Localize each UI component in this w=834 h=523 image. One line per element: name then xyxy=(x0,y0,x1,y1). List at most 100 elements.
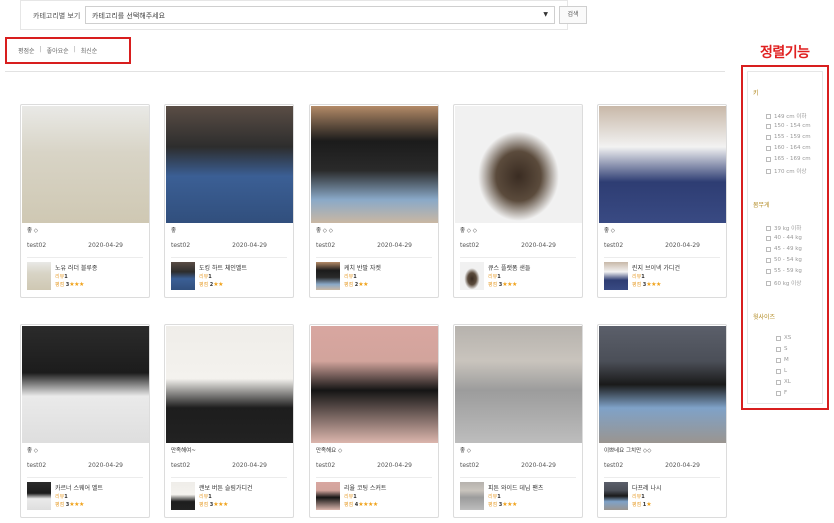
checkbox[interactable] xyxy=(766,145,771,151)
product-card[interactable]: 좋 ◇ test02 2020-04-29 린지 브이넥 가디건 리뷰1 평점 … xyxy=(597,104,727,298)
filter-option-height[interactable]: 150 - 154 cm xyxy=(766,123,811,129)
checkbox[interactable] xyxy=(766,280,771,286)
product-thumbnail[interactable] xyxy=(604,262,628,290)
checkbox[interactable] xyxy=(766,168,771,174)
checkbox[interactable] xyxy=(766,134,771,140)
product-thumbnail[interactable] xyxy=(27,482,51,510)
product-name[interactable]: 큐스 플랫폼 샌들 xyxy=(488,263,530,272)
checkbox[interactable] xyxy=(766,156,771,162)
reviewer-name: test02 xyxy=(316,242,336,249)
product-name[interactable]: 카르너 스웨어 벨트 xyxy=(55,483,103,492)
review-snippet: 좋 ◇ ◇ xyxy=(460,228,478,234)
reviewer-name: test02 xyxy=(27,242,47,249)
category-filter-bar: 카테고리별 보기 카테고리를 선택해주세요 ▼ 검색 xyxy=(20,0,587,30)
product-name[interactable]: 다프레 나시 xyxy=(632,483,662,492)
rating: 평점 1★ xyxy=(632,501,652,508)
checkbox[interactable] xyxy=(766,235,771,241)
review-count: 리뷰1 xyxy=(344,274,357,280)
filter-option-weight[interactable]: 40 - 44 kg xyxy=(766,235,802,241)
filter-option-weight[interactable]: 55 - 59 kg xyxy=(766,268,802,274)
checkbox[interactable] xyxy=(776,368,781,374)
checkbox[interactable] xyxy=(766,257,771,263)
product-card[interactable]: 좋 ◇ test02 2020-04-29 노유 러더 블루종 리뷰1 평점 3… xyxy=(20,104,150,298)
filter-option-size[interactable]: L xyxy=(776,368,787,374)
checkbox[interactable] xyxy=(766,123,771,129)
checkbox[interactable] xyxy=(766,113,771,119)
product-photo[interactable] xyxy=(22,326,149,443)
product-thumbnail[interactable] xyxy=(171,262,195,290)
star-icon: ★★★ xyxy=(69,501,84,508)
product-name[interactable]: 피튼 와이드 데님 팬츠 xyxy=(488,483,543,492)
filter-option-height[interactable]: 160 - 164 cm xyxy=(766,145,811,151)
product-card[interactable]: 좋 ◇ test02 2020-04-29 카르너 스웨어 벨트 리뷰1 평점 … xyxy=(20,324,150,518)
checkbox[interactable] xyxy=(776,346,781,352)
product-card[interactable]: 좋 ◇ ◇ test02 2020-04-29 큐스 플랫폼 샌들 리뷰1 평점… xyxy=(453,104,583,298)
card-divider xyxy=(460,477,576,478)
product-thumbnail[interactable] xyxy=(460,262,484,290)
sort-option-likes[interactable]: 좋아요순 xyxy=(47,46,69,55)
search-button[interactable]: 검색 xyxy=(559,6,587,24)
product-thumbnail[interactable] xyxy=(316,262,340,290)
product-photo[interactable] xyxy=(455,326,582,443)
checkbox[interactable] xyxy=(776,379,781,385)
product-photo[interactable] xyxy=(22,106,149,223)
product-name[interactable]: 린지 브이넥 가디건 xyxy=(632,263,680,272)
product-photo[interactable] xyxy=(166,326,293,443)
filter-option-height[interactable]: 149 cm 이하 xyxy=(766,112,807,120)
filter-option-size[interactable]: XS xyxy=(776,335,791,341)
product-card[interactable]: 좋 ◇ ◇ test02 2020-04-29 케치 반팔 자켓 리뷰1 평점 … xyxy=(309,104,439,298)
product-name[interactable]: 케치 반팔 자켓 xyxy=(344,263,381,272)
product-thumbnail[interactable] xyxy=(27,262,51,290)
filter-option-weight[interactable]: 45 - 49 kg xyxy=(766,246,802,252)
product-name[interactable]: 랜보 버튼 슬림가디건 xyxy=(199,483,253,492)
product-photo[interactable] xyxy=(311,106,438,223)
filter-option-height[interactable]: 170 cm 이상 xyxy=(766,167,807,175)
filter-option-size[interactable]: XL xyxy=(776,379,791,385)
filter-option-size[interactable]: S xyxy=(776,346,788,352)
sort-option-rating[interactable]: 평점순 xyxy=(18,46,35,55)
product-card[interactable]: 좋 test02 2020-04-29 도킹 하트 체인벨트 리뷰1 평점 2★… xyxy=(164,104,294,298)
reviewer-name: test02 xyxy=(316,462,336,469)
product-name[interactable]: 도킹 하트 체인벨트 xyxy=(199,263,247,272)
checkbox[interactable] xyxy=(776,390,781,396)
checkbox[interactable] xyxy=(776,357,781,363)
card-divider xyxy=(604,477,720,478)
product-thumbnail[interactable] xyxy=(604,482,628,510)
rating: 평점 3★★★ xyxy=(488,281,517,288)
product-photo[interactable] xyxy=(311,326,438,443)
category-filter-label: 카테고리별 보기 xyxy=(33,12,81,20)
filter-option-size[interactable]: M xyxy=(776,357,789,363)
product-photo[interactable] xyxy=(599,326,726,443)
filter-option-weight[interactable]: 39 kg 이하 xyxy=(766,224,801,232)
rating: 평점 2★★ xyxy=(344,281,369,288)
checkbox[interactable] xyxy=(766,246,771,252)
product-thumbnail[interactable] xyxy=(171,482,195,510)
product-card[interactable]: 좋 ◇ test02 2020-04-29 피튼 와이드 데님 팬츠 리뷰1 평… xyxy=(453,324,583,518)
product-photo[interactable] xyxy=(166,106,293,223)
product-photo[interactable] xyxy=(599,106,726,223)
checkbox[interactable] xyxy=(766,225,771,231)
checkbox[interactable] xyxy=(776,335,781,341)
product-thumbnail[interactable] xyxy=(316,482,340,510)
annotation-sort-feature: 정렬기능 xyxy=(760,45,810,61)
product-thumbnail[interactable] xyxy=(460,482,484,510)
reviewer-name: test02 xyxy=(460,462,480,469)
review-snippet: 좋 ◇ xyxy=(27,228,39,234)
product-name[interactable]: 노유 러더 블루종 xyxy=(55,263,97,272)
product-name[interactable]: 리율 코팅 스커트 xyxy=(344,483,386,492)
filter-option-size[interactable]: F xyxy=(776,390,787,396)
product-card[interactable]: 만족해여~ test02 2020-04-29 랜보 버튼 슬림가디건 리뷰1 … xyxy=(164,324,294,518)
sort-option-latest[interactable]: 최신순 xyxy=(81,46,98,55)
checkbox[interactable] xyxy=(766,268,771,274)
star-icon: ★★★ xyxy=(69,281,84,288)
product-photo[interactable] xyxy=(455,106,582,223)
product-card[interactable]: 만족해요 ◇ test02 2020-04-29 리율 코팅 스커트 리뷰1 평… xyxy=(309,324,439,518)
filter-option-weight[interactable]: 60 kg 이상 xyxy=(766,279,801,287)
filter-option-weight[interactable]: 50 - 54 kg xyxy=(766,257,802,263)
category-select[interactable]: 카테고리를 선택해주세요 ▼ xyxy=(85,6,555,24)
reviewer-name: test02 xyxy=(460,242,480,249)
review-count: 리뷰1 xyxy=(199,274,212,280)
product-card[interactable]: 이쁘네요 그치만 ◇◇ test02 2020-04-29 다프레 나시 리뷰1… xyxy=(597,324,727,518)
filter-option-height[interactable]: 155 - 159 cm xyxy=(766,134,811,140)
filter-option-height[interactable]: 165 - 169 cm xyxy=(766,156,811,162)
